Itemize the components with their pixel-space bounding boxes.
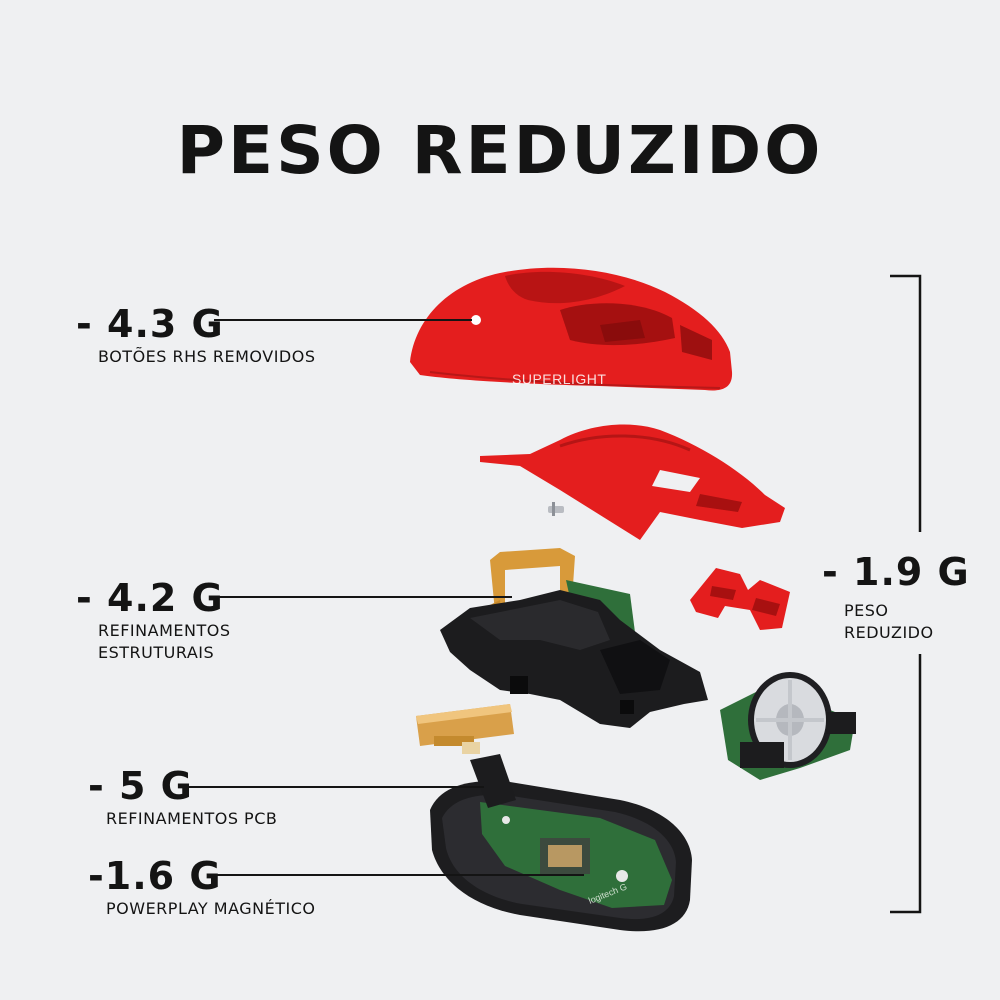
leader-line	[184, 786, 484, 788]
superlight-logo: SUPERLIGHT	[512, 371, 606, 387]
callout-value: -1.6 G	[88, 854, 222, 898]
structural-frame	[440, 590, 708, 728]
callout-pcb: - 5 G REFINAMENTOS PCB	[88, 766, 277, 830]
callout-total: - 1.9 G PESO REDUZIDO	[822, 552, 970, 644]
total-label: PESO REDUZIDO	[844, 601, 934, 642]
callout-label: BOTÕES RHS REMOVIDOS	[98, 347, 316, 366]
top-shell: SUPERLIGHT	[410, 267, 733, 391]
callout-value: - 4.2 G	[76, 576, 224, 620]
callout-powerplay: -1.6 G POWERPLAY MAGNÉTICO	[88, 856, 315, 920]
battery	[416, 704, 514, 754]
callout-buttons-removed: - 4.3 G BOTÕES RHS REMOVIDOS	[76, 304, 315, 368]
base-with-pcb: logitech G	[430, 754, 692, 932]
leader-line	[214, 874, 584, 876]
side-buttons	[690, 568, 790, 630]
callout-value: - 4.3 G	[76, 302, 224, 346]
total-value: - 1.9 G	[822, 550, 970, 594]
infographic: PESO REDUZIDO SUPERLIGHT logitech G - 4.…	[0, 0, 1000, 1000]
leader-line	[214, 319, 472, 321]
callout-structural: - 4.2 G REFINAMENTOS ESTRUTURAIS	[76, 578, 258, 664]
leader-line	[212, 596, 512, 598]
button-plate	[480, 424, 785, 540]
callout-label: POWERPLAY MAGNÉTICO	[106, 899, 316, 918]
callout-label: REFINAMENTOS PCB	[106, 809, 278, 828]
exploded-mouse-illustration: SUPERLIGHT logitech G	[410, 267, 856, 932]
callout-label: REFINAMENTOS ESTRUTURAIS	[98, 621, 231, 662]
scroll-wheel-assembly	[720, 672, 856, 780]
spring-part	[548, 502, 564, 516]
callout-dot	[471, 315, 481, 325]
